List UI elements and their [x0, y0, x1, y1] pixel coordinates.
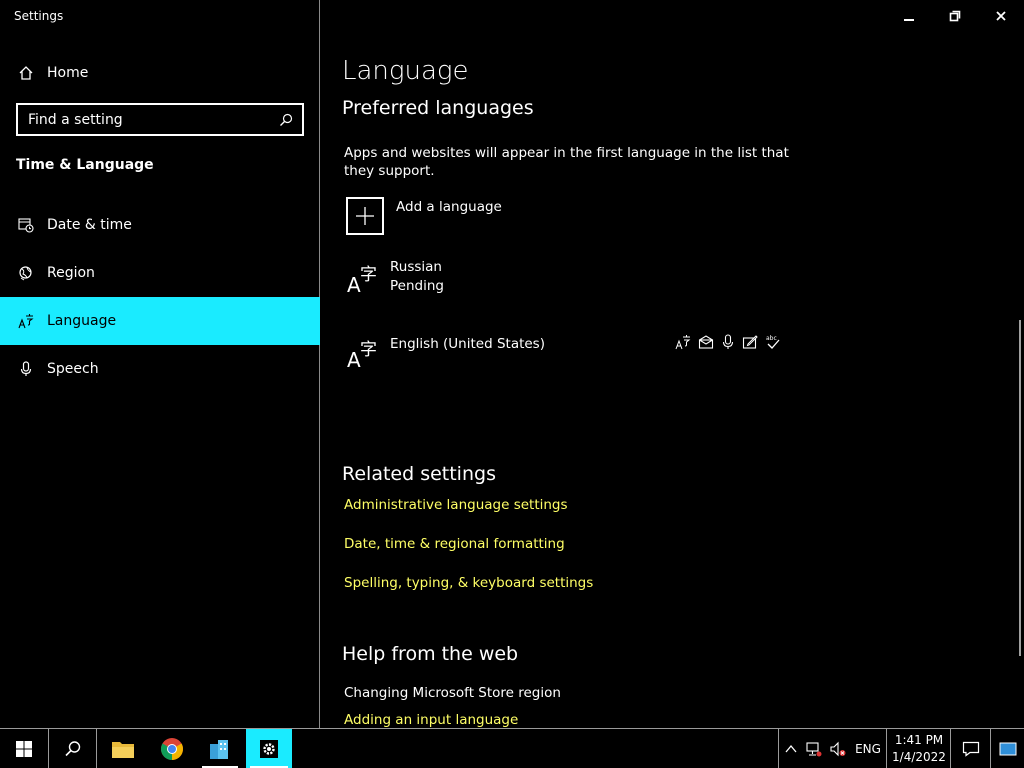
add-language-button[interactable]: [346, 197, 384, 235]
scrollbar[interactable]: [1019, 320, 1021, 656]
microphone-icon: [17, 360, 35, 378]
notification-icon: [962, 741, 980, 757]
sidebar: Settings Home Time & Language Date & tim…: [0, 0, 320, 728]
settings-icon: [260, 739, 278, 758]
chrome-button[interactable]: [148, 729, 196, 768]
file-explorer-icon: [112, 741, 134, 758]
sidebar-item-date-time[interactable]: Date & time: [0, 201, 320, 249]
server-manager-button[interactable]: [198, 729, 242, 768]
clock-time: 1:41 PM: [894, 732, 944, 747]
sidebar-item-label: Speech: [47, 361, 99, 377]
language-name: Russian: [390, 259, 442, 275]
plus-icon: [356, 207, 374, 225]
language-glyph-icon: A字: [346, 260, 380, 297]
globe-icon: [17, 264, 35, 282]
clock-date: 1/4/2022: [892, 749, 946, 764]
handwriting-icon: [741, 333, 759, 351]
desktop-icon: [999, 742, 1017, 755]
calendar-clock-icon: [17, 216, 35, 234]
language-pack-icon: [697, 333, 715, 351]
sidebar-item-label: Language: [47, 313, 117, 329]
sidebar-item-label: Date & time: [47, 217, 132, 233]
spelling-icon: abc: [764, 333, 782, 351]
search-icon[interactable]: [276, 113, 296, 127]
main-content: Language Preferred languages Apps and we…: [321, 0, 1024, 728]
preferred-languages-description: Apps and websites will appear in the fir…: [344, 145, 789, 179]
admin-language-settings-link[interactable]: Administrative language settings: [344, 497, 568, 513]
preferred-languages-heading: Preferred languages: [342, 97, 534, 119]
display-language-icon: [674, 333, 692, 351]
window-title: Settings: [14, 9, 64, 23]
clock[interactable]: 1:41 PM 1/4/2022: [886, 729, 951, 768]
language-glyph-icon: A字: [346, 335, 380, 372]
search-box[interactable]: [16, 103, 304, 136]
svg-text:字: 字: [360, 265, 377, 285]
search-icon: [65, 740, 81, 756]
start-icon: [16, 740, 32, 757]
svg-text:A: A: [347, 348, 361, 371]
help-link-input-language[interactable]: Adding an input language: [344, 712, 518, 728]
volume-muted-icon: [830, 741, 846, 756]
language-item-russian[interactable]: Russian Pending: [390, 258, 444, 296]
page-title: Language: [342, 56, 469, 86]
speech-icon: [719, 333, 737, 351]
language-name: English (United States): [390, 336, 545, 352]
sidebar-item-label: Region: [47, 265, 95, 281]
section-title: Time & Language: [16, 157, 154, 173]
language-status: Pending: [390, 278, 444, 294]
settings-taskbar-button[interactable]: [246, 729, 292, 768]
network-icon: [806, 741, 822, 756]
sidebar-item-language[interactable]: Language: [0, 297, 320, 345]
server-manager-icon: [210, 739, 228, 759]
show-desktop-button[interactable]: [990, 729, 1024, 768]
chrome-icon: [161, 737, 183, 760]
chevron-up-icon: [785, 744, 797, 752]
sidebar-item-speech[interactable]: Speech: [0, 345, 320, 393]
help-item-store-region: Changing Microsoft Store region: [344, 685, 561, 701]
svg-text:abc: abc: [766, 335, 777, 342]
language-item-english[interactable]: English (United States): [390, 335, 545, 354]
home-label: Home: [47, 65, 89, 81]
search-input[interactable]: [18, 110, 276, 129]
action-center-button[interactable]: [950, 729, 991, 768]
date-time-regional-link[interactable]: Date, time & regional formatting: [344, 536, 565, 552]
show-hidden-icons-button[interactable]: [778, 729, 803, 768]
add-language-label[interactable]: Add a language: [396, 199, 502, 215]
spelling-typing-keyboard-link[interactable]: Spelling, typing, & keyboard settings: [344, 575, 593, 591]
taskbar: ENG 1:41 PM 1/4/2022: [0, 728, 1024, 768]
language-icon: [17, 312, 35, 330]
volume-tray-button[interactable]: [826, 729, 850, 768]
network-tray-button[interactable]: [802, 729, 826, 768]
related-settings-heading: Related settings: [342, 463, 496, 485]
home-icon: [17, 64, 35, 82]
taskbar-search-button[interactable]: [48, 729, 97, 768]
help-heading: Help from the web: [342, 643, 519, 665]
file-explorer-button[interactable]: [96, 729, 149, 768]
input-language-indicator[interactable]: ENG: [850, 729, 886, 768]
svg-text:字: 字: [360, 340, 377, 360]
start-button[interactable]: [0, 729, 48, 768]
home-nav-item[interactable]: Home: [0, 49, 320, 97]
settings-window: Settings Home Time & Language Date & tim…: [0, 0, 1024, 728]
sidebar-item-region[interactable]: Region: [0, 249, 320, 297]
svg-text:A: A: [347, 273, 361, 296]
